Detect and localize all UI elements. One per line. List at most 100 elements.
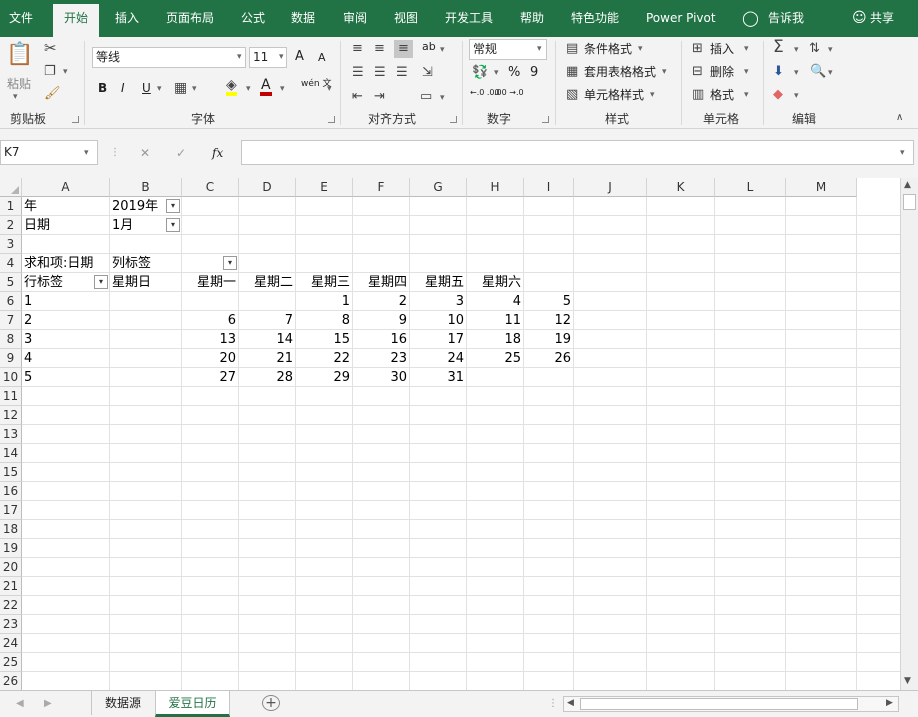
row-header[interactable]: 25 <box>0 653 22 672</box>
row-header[interactable]: 2 <box>0 216 22 235</box>
align-left-icon[interactable]: ☰ <box>352 66 364 80</box>
paste-button[interactable]: 粘贴 <box>7 77 31 91</box>
row-header[interactable]: 1 <box>0 197 22 216</box>
row-header[interactable]: 13 <box>0 425 22 444</box>
tab-file[interactable]: 文件 <box>9 0 33 37</box>
calendar-day-cell[interactable]: 18 <box>469 330 523 349</box>
select-all-corner[interactable] <box>0 178 22 197</box>
column-header[interactable]: A <box>22 178 110 197</box>
calendar-day-cell[interactable]: 19 <box>526 330 573 349</box>
sheet-tab-data-source[interactable]: 数据源 <box>91 691 154 715</box>
enter-icon[interactable]: ✓ <box>176 146 186 160</box>
clear-icon[interactable]: ◆ <box>773 88 783 102</box>
row-filter-dropdown-icon[interactable]: ▾ <box>94 275 108 289</box>
calendar-day-cell[interactable]: 4 <box>469 292 523 311</box>
tab-split-grip-icon[interactable]: ⋮ <box>548 697 558 711</box>
fill-color-icon[interactable]: ◈ <box>226 78 237 96</box>
find-select-icon[interactable]: 🔍 <box>810 65 826 79</box>
calendar-day-cell[interactable]: 15 <box>298 330 352 349</box>
row-header[interactable]: 5 <box>0 273 22 292</box>
clear-dropdown-icon[interactable]: ▾ <box>794 91 799 101</box>
tab-view[interactable]: 视图 <box>394 0 418 37</box>
row-header[interactable]: 23 <box>0 615 22 634</box>
format-as-table-button[interactable]: 套用表格格式 <box>584 65 656 79</box>
tab-data[interactable]: 数据 <box>291 0 315 37</box>
calendar-day-cell[interactable]: 12 <box>526 311 573 330</box>
row-header[interactable]: 12 <box>0 406 22 425</box>
percent-button[interactable]: % <box>508 66 520 80</box>
paste-dropdown-icon[interactable]: ▾ <box>13 92 18 102</box>
decrease-decimal-button[interactable]: .00 →.0 <box>494 88 524 97</box>
scroll-thumb[interactable] <box>903 194 916 210</box>
phonetic-button[interactable]: wén 文 <box>301 79 331 89</box>
next-sheet-icon[interactable]: ▶ <box>44 697 52 711</box>
column-header[interactable]: B <box>110 178 182 197</box>
conditional-format-button[interactable]: 条件格式 <box>584 42 632 56</box>
underline-button[interactable]: U <box>142 81 151 95</box>
tell-me-search[interactable]: 告诉我 <box>768 0 804 37</box>
alignment-launcher-icon[interactable] <box>450 116 457 123</box>
currency-icon[interactable]: 💱 <box>472 66 488 80</box>
column-header[interactable]: I <box>524 178 574 197</box>
row-header[interactable]: 20 <box>0 558 22 577</box>
row-header[interactable]: 18 <box>0 520 22 539</box>
increase-indent-icon[interactable]: ⇥ <box>374 90 385 104</box>
clipboard-launcher-icon[interactable] <box>72 116 79 123</box>
worksheet-grid[interactable]: ABCDEFGHIJKLM 1 2 3 4 5 6 7 8 9 10 11 12 13 14 15 16 17 1… <box>0 178 900 690</box>
orientation-dropdown-icon[interactable]: ▾ <box>440 45 445 55</box>
border-dropdown-icon[interactable]: ▾ <box>192 84 197 94</box>
grow-font-button[interactable]: A <box>295 50 304 64</box>
tab-formulas[interactable]: 公式 <box>241 0 265 37</box>
prev-sheet-icon[interactable]: ◀ <box>16 697 24 711</box>
collapse-ribbon-icon[interactable]: ∧ <box>896 111 903 125</box>
shrink-font-button[interactable]: A <box>318 51 326 65</box>
scroll-up-icon[interactable]: ▲ <box>904 180 911 190</box>
row-header[interactable]: 4 <box>0 254 22 273</box>
scroll-left-icon[interactable]: ◀ <box>567 698 574 708</box>
calendar-day-cell[interactable]: 21 <box>241 349 295 368</box>
format-cells-dropdown-icon[interactable]: ▾ <box>744 90 749 100</box>
cell-styles-dropdown-icon[interactable]: ▾ <box>650 90 655 100</box>
calendar-day-cell[interactable]: 23 <box>355 349 409 368</box>
vertical-scrollbar[interactable]: ▲ ▼ <box>900 178 918 690</box>
align-bottom-icon[interactable]: ≡ <box>394 40 413 58</box>
font-name-dropdown-icon[interactable]: ▾ <box>237 52 242 62</box>
calendar-day-cell[interactable]: 26 <box>526 349 573 368</box>
calendar-day-cell[interactable]: 9 <box>355 311 409 330</box>
number-format-dropdown-icon[interactable]: ▾ <box>537 44 542 54</box>
row-header[interactable]: 15 <box>0 463 22 482</box>
fill-icon[interactable]: ⬇ <box>773 65 784 79</box>
scroll-right-icon[interactable]: ▶ <box>886 698 893 708</box>
number-format-select[interactable]: 常规 <box>469 39 547 60</box>
column-header[interactable]: G <box>410 178 467 197</box>
calendar-day-cell[interactable]: 16 <box>355 330 409 349</box>
add-sheet-button[interactable]: + <box>262 695 280 711</box>
fill-color-dropdown-icon[interactable]: ▾ <box>246 84 251 94</box>
row-header[interactable]: 8 <box>0 330 22 349</box>
calendar-day-cell[interactable]: 13 <box>184 330 238 349</box>
align-middle-icon[interactable]: ≡ <box>374 42 385 56</box>
orientation-button[interactable]: ab <box>422 40 436 54</box>
filter-applied-icon[interactable]: ▾ <box>166 199 180 213</box>
decrease-indent-icon[interactable]: ⇤ <box>352 90 363 104</box>
find-select-dropdown-icon[interactable]: ▾ <box>828 68 833 78</box>
row-header[interactable]: 7 <box>0 311 22 330</box>
font-color-button[interactable]: A <box>260 78 272 96</box>
tab-insert[interactable]: 插入 <box>115 0 139 37</box>
calendar-day-cell[interactable]: 24 <box>412 349 466 368</box>
delete-cells-button[interactable]: 删除 <box>710 65 734 79</box>
calendar-day-cell[interactable]: 5 <box>526 292 573 311</box>
calendar-day-cell[interactable]: 6 <box>184 311 238 330</box>
paste-icon[interactable]: 📋 <box>6 43 33 67</box>
insert-cells-button[interactable]: 插入 <box>710 42 734 56</box>
tab-review[interactable]: 审阅 <box>343 0 367 37</box>
cell-styles-button[interactable]: 单元格样式 <box>584 88 644 102</box>
format-as-table-dropdown-icon[interactable]: ▾ <box>662 67 667 77</box>
autosum-dropdown-icon[interactable]: ▾ <box>794 45 799 55</box>
row-header[interactable]: 22 <box>0 596 22 615</box>
calendar-day-cell[interactable]: 2 <box>355 292 409 311</box>
format-painter-icon[interactable]: 🖌 <box>44 87 61 101</box>
delete-cells-dropdown-icon[interactable]: ▾ <box>744 67 749 77</box>
row-header[interactable]: 17 <box>0 501 22 520</box>
copy-dropdown-icon[interactable]: ▾ <box>63 67 68 77</box>
